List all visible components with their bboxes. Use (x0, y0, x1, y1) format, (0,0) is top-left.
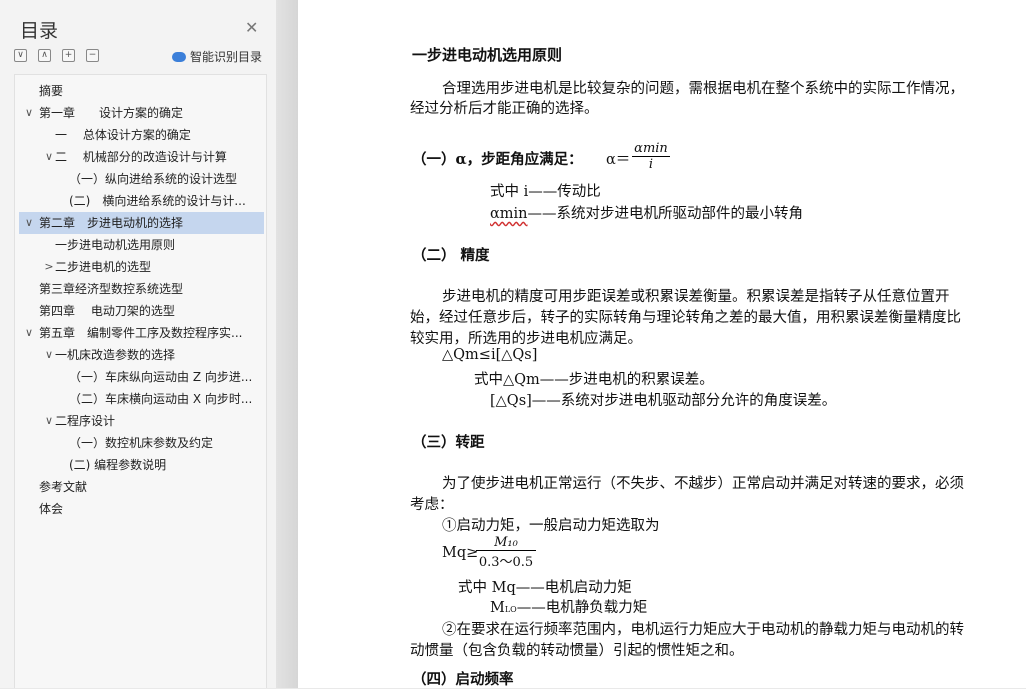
toc-sidebar: 目录 ✕ ∨ ∧ + − 智能识别目录 摘要 ∨ 第一章 设计方案的确定一 总体设计… (0, 0, 276, 688)
toc-item-label: 体会 (39, 502, 64, 516)
toc-item-label: (二) 横向进给系统的设计与计... (69, 194, 246, 208)
toc-item-label: 一步进电动机选用原则 (55, 238, 176, 252)
toc-item[interactable]: （一）数控机床参数及约定 (19, 432, 264, 454)
mlo-desc: ——电机静负载力矩 (516, 600, 648, 616)
chevron-down-icon[interactable]: ∨ (43, 146, 55, 168)
subsection-heading: （一）α，步距角应满足： (412, 151, 583, 168)
toc-item[interactable]: 体会 (19, 498, 264, 520)
toc-item-label: （二）车床横向运动由 X 向步时... (69, 392, 253, 406)
toc-item[interactable]: ∨ 一机床改造参数的选择 (19, 344, 264, 366)
toc-item-label: 一 总体设计方案的确定 (55, 128, 191, 142)
toc-item-label: （一）数控机床参数及约定 (69, 436, 214, 450)
chevron-down-icon[interactable]: ∨ (23, 102, 35, 124)
formula-lhs: α＝ (606, 152, 631, 168)
paragraph-line: 动惯量（包含负载的转动惯量）引起的惯性矩之和。 (410, 643, 744, 659)
toc-list: 摘要 ∨ 第一章 设计方案的确定一 总体设计方案的确定 ∨ 二 机械部分的改造设计与计算… (14, 74, 267, 688)
toc-item[interactable]: 第三章经济型数控系统选型 (19, 278, 264, 300)
toc-item-label: 二步进电机的选型 (55, 260, 152, 274)
toc-item[interactable]: 摘要 (19, 80, 264, 102)
paragraph-line: 始，经过任意步后，转子的实际转角与理论转角之差的最大值，用积累误差衡量精度比 (410, 310, 961, 326)
paragraph-line: 步进电机的精度可用步距误差或积累误差衡量。积累误差是指转子从任意位置开 (442, 289, 950, 305)
paragraph-line: ②在要求在运行频率范围内，电机运行力矩应大于电动机的静载力矩与电动机的转 (442, 622, 964, 638)
toc-item[interactable]: （二）车床横向运动由 X 向步时... (19, 388, 264, 410)
toc-item-label: 第五章 编制零件工序及数控程序实... (39, 326, 243, 340)
smart-toc-label: 智能识别目录 (190, 50, 263, 64)
toc-item[interactable]: ∨ 二 机械部分的改造设计与计算 (19, 146, 264, 168)
expand-up-icon[interactable]: ∧ (38, 49, 51, 62)
collapse-all-icon[interactable]: ∨ (14, 49, 27, 62)
cloud-icon (172, 51, 186, 62)
toc-item-label: 第四章 电动刀架的选型 (39, 304, 175, 318)
formula-note: [△Qs]——系统对步进电机驱动部分允许的角度误差。 (490, 393, 837, 409)
mlo-subscript: LO (504, 605, 517, 614)
formula-numerator: M₁₀ (494, 535, 518, 550)
toc-item-label: 一机床改造参数的选择 (55, 348, 176, 362)
paragraph-line: 考虑： (410, 497, 454, 513)
paragraph-line: ①启动力矩，一般启动力矩选取为 (442, 518, 660, 534)
toc-item[interactable]: ∨ 第一章 设计方案的确定 (19, 102, 264, 124)
toc-item[interactable]: （一）车床纵向运动由 Z 向步进... (19, 366, 264, 388)
toc-item-label: 第二章 步进电动机的选择 (39, 216, 184, 230)
toc-item-label: （一）车床纵向运动由 Z 向步进... (69, 370, 253, 384)
toc-item[interactable]: 第四章 电动刀架的选型 (19, 300, 264, 322)
formula-note: 式中 Mq——电机启动力矩 (458, 580, 632, 596)
formula-denominator: i (632, 156, 670, 172)
subsection-heading: （四）启动频率 (412, 671, 514, 688)
toc-item[interactable]: (二) 横向进给系统的设计与计... (19, 190, 264, 212)
toc-item-label: 摘要 (39, 84, 64, 98)
toc-item[interactable]: 一 总体设计方案的确定 (19, 124, 264, 146)
toc-item-label: 第三章经济型数控系统选型 (39, 282, 184, 296)
toc-item-label: 二 机械部分的改造设计与计算 (55, 150, 227, 164)
toc-title: 目录 (20, 20, 59, 42)
formula-note: MLO——电机静负载力矩 (490, 596, 647, 617)
toc-item-label: 第一章 设计方案的确定 (39, 106, 184, 120)
chevron-down-icon[interactable]: ∨ (43, 344, 55, 366)
chevron-right-icon[interactable]: > (43, 256, 55, 278)
formula-numerator: αmin (634, 141, 668, 156)
paragraph-line: 较实用，所选用的步进电机应满足。 (410, 331, 642, 347)
chevron-down-icon[interactable]: ∨ (23, 322, 35, 344)
document-page: 一步进电动机选用原则 合理选用步进电机是比较复杂的问题，需根据电机在整个系统中的… (298, 0, 1026, 688)
chevron-down-icon[interactable]: ∨ (23, 212, 35, 234)
amin-term: αmin (490, 206, 528, 222)
add-heading-icon[interactable]: + (62, 49, 75, 62)
paragraph-line: 为了使步进电机正常运行（不失步、不越步）正常启动并满足对转速的要求，必须 (442, 476, 964, 492)
toc-item-label: 二程序设计 (55, 414, 116, 428)
paragraph-line: 经过分析后才能正确的选择。 (410, 101, 599, 117)
subsection-heading: （三）转距 (412, 434, 485, 451)
formula-denominator: 0.3～0.5 (476, 550, 536, 570)
toc-item-label: (二) 编程参数说明 (69, 458, 167, 472)
toc-item[interactable]: ∨ 第二章 步进电动机的选择 (19, 212, 264, 234)
toc-item[interactable]: > 二步进电机的选型 (19, 256, 264, 278)
toc-item[interactable]: （一）纵向进给系统的设计选型 (19, 168, 264, 190)
formula-lhs: Mq≥ (442, 545, 479, 561)
formula-line: △Qm≤i[△Qs] (442, 347, 538, 363)
formula-note: 式中△Qm——步进电机的积累误差。 (474, 372, 714, 388)
amin-desc: ——系统对步进电机所驱动部件的最小转角 (527, 206, 804, 222)
formula-fraction: αmin i (632, 141, 670, 172)
sidebar-splitter[interactable] (276, 0, 298, 688)
section-heading: 一步进电动机选用原则 (412, 46, 563, 64)
toc-item[interactable]: ∨ 第五章 编制零件工序及数控程序实... (19, 322, 264, 344)
toc-item-label: （一）纵向进给系统的设计选型 (69, 172, 238, 186)
toc-item[interactable]: 一步进电动机选用原则 (19, 234, 264, 256)
toc-item[interactable]: ∨ 二程序设计 (19, 410, 264, 432)
mlo-term: M (490, 600, 505, 616)
toc-item[interactable]: (二) 编程参数说明 (19, 454, 264, 476)
formula-note: αmin——系统对步进电机所驱动部件的最小转角 (490, 202, 803, 223)
smart-toc-button[interactable]: 智能识别目录 (172, 48, 262, 65)
subsection-heading: （二） 精度 (412, 247, 490, 264)
close-icon[interactable]: ✕ (245, 18, 258, 37)
paragraph-line: 合理选用步进电机是比较复杂的问题，需根据电机在整个系统中的实际工作情况， (442, 81, 964, 97)
toc-item[interactable]: 参考文献 (19, 476, 264, 498)
formula-note: 式中 i——传动比 (490, 184, 601, 200)
chevron-down-icon[interactable]: ∨ (43, 410, 55, 432)
toc-item-label: 参考文献 (39, 480, 88, 494)
remove-heading-icon[interactable]: − (86, 49, 99, 62)
formula-fraction: M₁₀ 0.3～0.5 (476, 535, 536, 570)
